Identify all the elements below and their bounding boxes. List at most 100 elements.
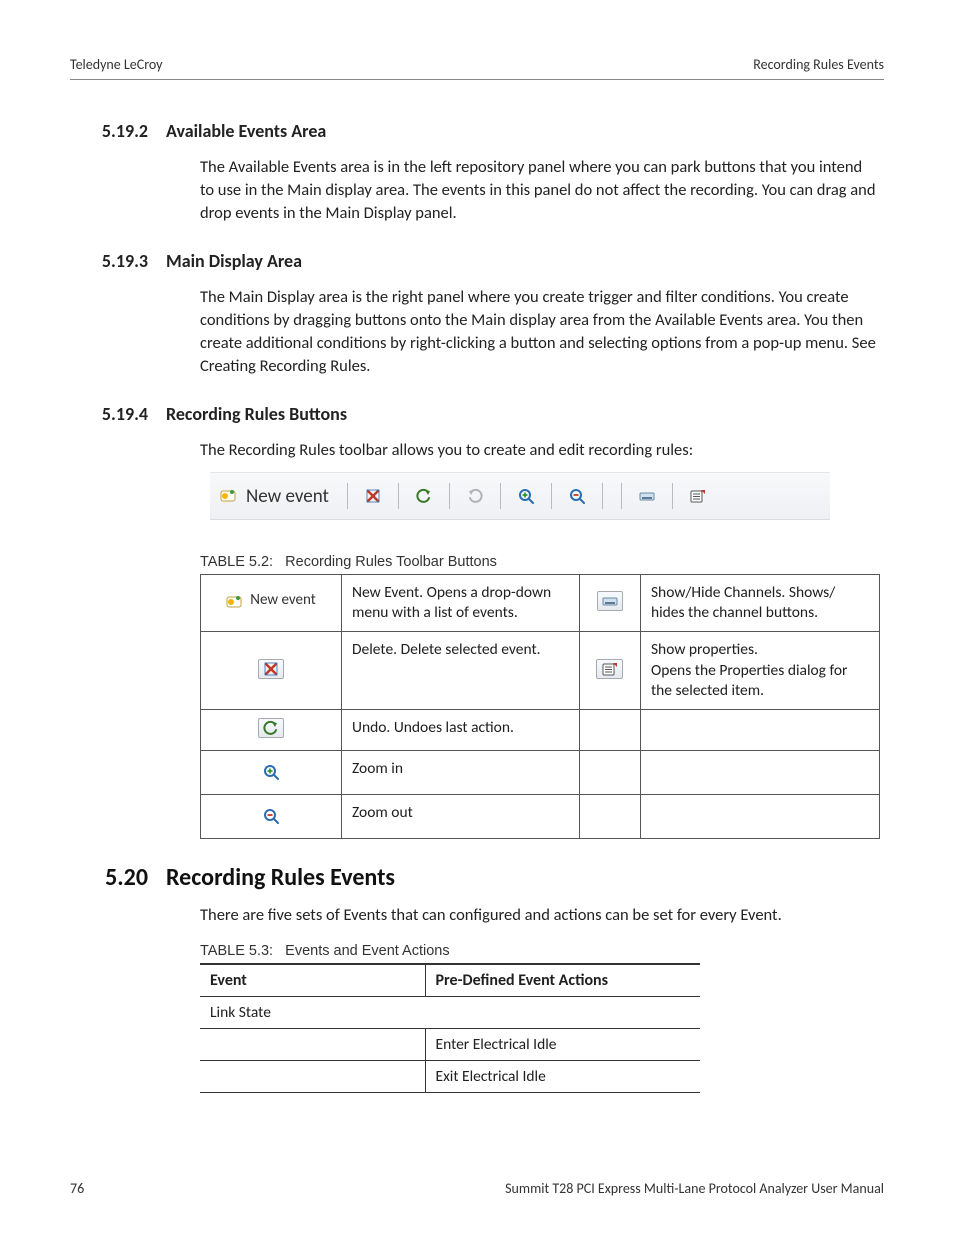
cell-empty <box>579 709 640 750</box>
cell-icon: New event <box>201 575 342 632</box>
section-5-19-3-heading: 5.19.3 Main Display Area <box>70 250 884 272</box>
zoom-in-icon <box>518 488 534 504</box>
cell-icon <box>201 709 342 750</box>
new-event-label: New event <box>250 591 315 611</box>
section-5-19-3-body: The Main Display area is the right panel… <box>200 286 878 377</box>
delete-button-sample <box>258 659 284 679</box>
toolbar-separator <box>449 483 450 509</box>
cell-empty <box>640 795 879 839</box>
cell-icon <box>579 632 640 709</box>
cell-description: Zoom out <box>342 795 580 839</box>
undo-button-sample <box>258 718 284 738</box>
channels-icon <box>639 488 655 504</box>
running-header: Teledyne LeCroy Recording Rules Events <box>70 56 884 80</box>
cell-description: Delete. Delete selected event. <box>342 632 580 709</box>
section-5-19-4-heading: 5.19.4 Recording Rules Buttons <box>70 403 884 425</box>
table-caption-text: Events and Event Actions <box>285 943 449 959</box>
column-header-actions: Pre-Defined Event Actions <box>425 964 700 997</box>
section-number: 5.20 <box>70 863 166 892</box>
redo-button[interactable] <box>462 483 488 509</box>
cell-empty <box>579 795 640 839</box>
column-header-event: Event <box>200 964 425 997</box>
cell-description: Undo. Undoes last action. <box>342 709 580 750</box>
delete-icon <box>365 488 381 504</box>
cell-description: Show/Hide Channels. Shows/ hides the cha… <box>640 575 879 632</box>
undo-icon <box>416 488 432 504</box>
table-row: Link State <box>200 997 700 1029</box>
toolbar-separator <box>602 483 603 509</box>
cell-empty <box>640 750 879 794</box>
section-title: Recording Rules Events <box>166 863 395 892</box>
cell-icon <box>201 750 342 794</box>
cell-empty <box>579 750 640 794</box>
page: Teledyne LeCroy Recording Rules Events 5… <box>0 0 954 1235</box>
redo-icon <box>467 488 483 504</box>
event-group-name: Link State <box>200 997 700 1029</box>
cell-description: Zoom in <box>342 750 580 794</box>
toolbar-separator <box>551 483 552 509</box>
section-number: 5.19.2 <box>70 120 166 142</box>
section-5-19-2-heading: 5.19.2 Available Events Area <box>70 120 884 142</box>
zoom-in-button[interactable] <box>513 483 539 509</box>
toolbar-separator <box>398 483 399 509</box>
section-5-20-heading: 5.20 Recording Rules Events <box>70 863 884 892</box>
table-label: TABLE 5.3: <box>200 943 273 959</box>
undo-button[interactable] <box>411 483 437 509</box>
channels-button[interactable] <box>634 483 660 509</box>
table-row: Undo. Undoes last action. <box>201 709 880 750</box>
channels-button-sample <box>597 591 623 611</box>
section-title: Main Display Area <box>166 250 302 272</box>
table-row: Zoom out <box>201 795 880 839</box>
zoom-out-button[interactable] <box>564 483 590 509</box>
cell-icon <box>201 632 342 709</box>
table-label: TABLE 5.2: <box>200 554 273 570</box>
page-footer: 76 Summit T28 PCI Express Multi-Lane Pro… <box>70 1180 884 1197</box>
table-5-2-caption: TABLE 5.2: Recording Rules Toolbar Butto… <box>200 554 884 570</box>
toolbar-separator <box>500 483 501 509</box>
table-5-3-caption: TABLE 5.3: Events and Event Actions <box>200 943 884 959</box>
new-event-button[interactable]: New event <box>220 485 335 508</box>
cell-icon <box>201 795 342 839</box>
table-row: Zoom in <box>201 750 880 794</box>
new-event-button-sample: New event <box>226 591 315 611</box>
section-title: Recording Rules Buttons <box>166 403 347 425</box>
properties-icon <box>689 488 706 504</box>
new-event-icon <box>226 593 244 609</box>
manual-title: Summit T28 PCI Express Multi-Lane Protoc… <box>505 1180 884 1197</box>
toolbar-separator <box>347 483 348 509</box>
new-event-icon <box>220 487 240 505</box>
undo-icon <box>263 720 279 736</box>
channels-icon <box>602 593 618 609</box>
properties-button-sample <box>596 659 623 679</box>
properties-icon <box>601 661 618 677</box>
delete-button[interactable] <box>360 483 386 509</box>
table-row: New event New Event. Opens a drop-down m… <box>201 575 880 632</box>
table-row: Enter Electrical Idle <box>200 1029 700 1061</box>
section-number: 5.19.4 <box>70 403 166 425</box>
zoom-out-icon <box>569 488 585 504</box>
cell-event <box>200 1061 425 1093</box>
table-row: Delete. Delete selected event. Show prop… <box>201 632 880 709</box>
table-caption-text: Recording Rules Toolbar Buttons <box>285 554 497 570</box>
table-5-3: Event Pre-Defined Event Actions Link Sta… <box>200 963 700 1093</box>
zoom-out-icon <box>263 808 279 824</box>
table-5-2: New event New Event. Opens a drop-down m… <box>200 574 880 839</box>
section-title: Available Events Area <box>166 120 326 142</box>
cell-action: Exit Electrical Idle <box>425 1061 700 1093</box>
header-left: Teledyne LeCroy <box>70 56 163 73</box>
table-header-row: Event Pre-Defined Event Actions <box>200 964 700 997</box>
recording-rules-toolbar: New event <box>210 472 830 520</box>
properties-button[interactable] <box>685 483 711 509</box>
section-5-19-4-body: The Recording Rules toolbar allows you t… <box>200 439 878 462</box>
cell-event <box>200 1029 425 1061</box>
cell-empty <box>640 709 879 750</box>
header-right: Recording Rules Events <box>753 56 884 73</box>
delete-icon <box>263 661 279 677</box>
cell-description: Show properties. Opens the Properties di… <box>640 632 879 709</box>
zoom-in-icon <box>263 764 279 780</box>
table-row: Exit Electrical Idle <box>200 1061 700 1093</box>
section-5-19-2-body: The Available Events area is in the left… <box>200 156 878 224</box>
section-5-20-body: There are five sets of Events that can c… <box>200 904 878 927</box>
cell-icon <box>579 575 640 632</box>
toolbar-separator <box>621 483 622 509</box>
